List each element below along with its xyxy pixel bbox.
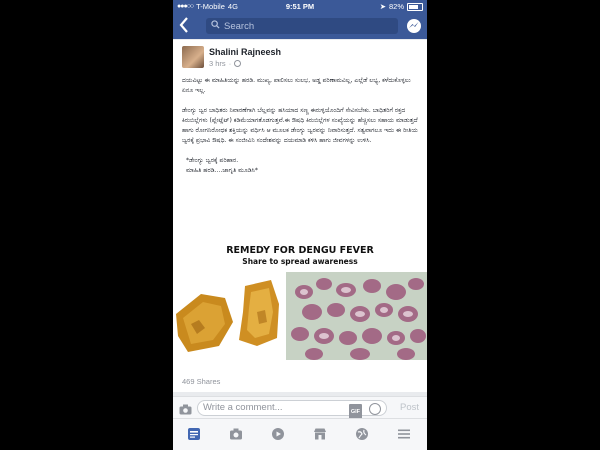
status-bar: ●●●○○ T-Mobile 4G 9:51 PM ➤ 82% [173, 0, 427, 13]
globe-icon[interactable] [355, 427, 371, 443]
globe-icon [234, 60, 242, 67]
shallot-image[interactable] [286, 272, 427, 360]
battery-percent: 82% [388, 2, 404, 11]
messenger-icon[interactable] [407, 19, 421, 33]
post-paragraph: ದಯವಿಟ್ಟು ಈ ಮಾಹಿತಿಯನ್ನು ಹರಡಿ. ಮುಖ್ಯ, ಪಾಲಿ… [182, 77, 411, 94]
share-count[interactable]: 469 Shares [182, 377, 220, 386]
search-placeholder: Search [224, 20, 255, 32]
banner-title: REMEDY FOR DENGU FEVER [226, 245, 374, 256]
status-right: ➤ 82% [380, 2, 423, 11]
search-icon [211, 20, 220, 32]
video-icon[interactable] [271, 427, 287, 443]
jaggery-image[interactable] [173, 272, 286, 360]
comment-placeholder: Write a comment... [203, 402, 283, 413]
sticker-icon[interactable] [369, 403, 381, 415]
post-card: Shalini Rajneesh 3 hrs · ದಯವಿಟ್ಟು ಈ ಮಾಹಿ… [173, 40, 427, 392]
comment-bar: Write a comment... GIF Post [173, 396, 427, 420]
news-feed-icon[interactable] [187, 427, 203, 443]
post-paragraph: ಡೇಂಗ್ಯು ಜ್ವರ ಬಾಧಿತರು ನಿವಾರಣೆಗಾಗಿ ಬೆಲ್ಲವನ… [182, 107, 418, 144]
meta-separator: · [228, 59, 232, 68]
avatar[interactable] [182, 46, 204, 68]
search-input[interactable]: Search [206, 18, 398, 34]
post-closing: *ಡೇಂಗ್ಯು ಜ್ವರಕ್ಕೆ ಪರಿಹಾರ. ಮಾಹಿತಿ ಹರಡಿ...… [182, 156, 418, 176]
post-closing-line: ಮಾಹಿತಿ ಹರಡಿ....ಜಾಗೃತಿ ಮೂಡಿಸಿ* [186, 167, 258, 174]
image-banner: REMEDY FOR DENGU FEVER Share to spread a… [173, 243, 427, 271]
marketplace-icon[interactable] [313, 427, 329, 443]
banner-subtitle: Share to spread awareness [242, 257, 358, 266]
menu-icon[interactable] [397, 427, 413, 443]
phone-screen: ●●●○○ T-Mobile 4G 9:51 PM ➤ 82% Search S… [173, 0, 427, 450]
bottom-tab-bar [173, 418, 427, 450]
top-navigation: Search [173, 13, 427, 39]
post-time[interactable]: 3 hrs [209, 59, 226, 68]
location-icon: ➤ [379, 2, 386, 11]
camera-icon[interactable] [229, 427, 245, 443]
post-text: ದಯವಿಟ್ಟು ಈ ಮಾಹಿತಿಯನ್ನು ಹರಡಿ. ಮುಖ್ಯ, ಪಾಲಿ… [182, 76, 418, 176]
post-button[interactable]: Post [400, 402, 419, 413]
post-meta: 3 hrs · [209, 59, 242, 68]
post-author[interactable]: Shalini Rajneesh [209, 47, 281, 57]
post-closing-line: *ಡೇಂಗ್ಯು ಜ್ವರಕ್ಕೆ ಪರಿಹಾರ. [186, 157, 239, 164]
chevron-left-icon[interactable] [179, 17, 195, 35]
battery-icon [407, 2, 423, 11]
comment-input[interactable]: Write a comment... GIF [197, 400, 387, 420]
